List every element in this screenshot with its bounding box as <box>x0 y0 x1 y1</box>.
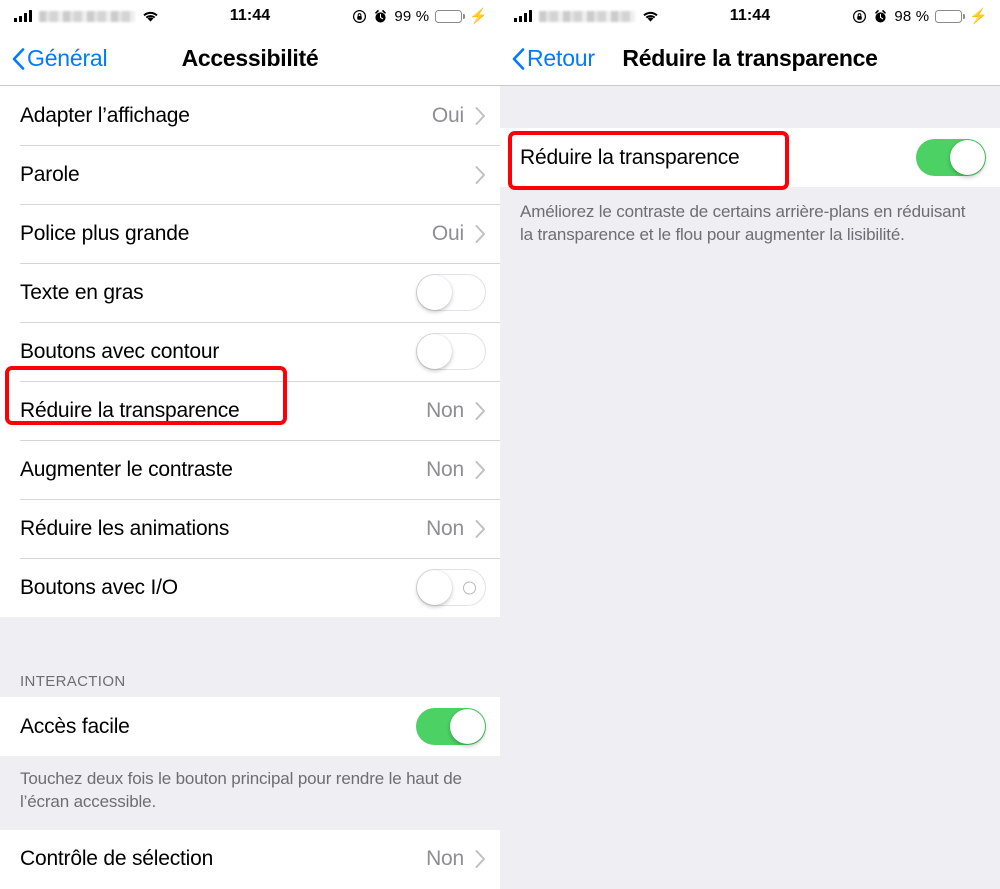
row-label: Réduire les animations <box>20 516 230 540</box>
row-value: Non <box>426 516 464 540</box>
alarm-clock-icon <box>873 9 888 24</box>
chevron-left-icon <box>512 47 525 70</box>
row-label: Accès facile <box>20 714 130 738</box>
chevron-right-icon <box>475 460 486 479</box>
row-accessory: Oui <box>432 222 486 246</box>
row-augmenter-le-contraste[interactable]: Augmenter le contraste Non <box>0 440 500 499</box>
row-reduire-la-transparence[interactable]: Réduire la transparence Non <box>0 381 500 440</box>
status-bar-right: 98 % ⚡ <box>852 8 988 25</box>
toggle-boutons-avec-io[interactable] <box>416 569 486 606</box>
settings-group-interaction: Accès facile <box>0 697 500 756</box>
row-label: Boutons avec contour <box>20 339 220 363</box>
row-label: Parole <box>20 162 80 186</box>
row-reduire-les-animations[interactable]: Réduire les animations Non <box>0 499 500 558</box>
row-label: Adapter l’affichage <box>20 103 190 127</box>
row-accessory <box>464 165 486 184</box>
row-value: Non <box>426 398 464 422</box>
row-accessory: Non <box>426 847 486 871</box>
battery-icon <box>935 9 965 23</box>
row-value: Non <box>426 847 464 871</box>
section-footer-interaction: Touchez deux fois le bouton principal po… <box>0 756 500 830</box>
toggle-knob <box>417 334 452 369</box>
chevron-right-icon <box>475 224 486 243</box>
row-value: Non <box>426 457 464 481</box>
row-label: Contrôle de sélection <box>20 847 214 871</box>
battery-percent-label: 98 % <box>894 7 930 25</box>
row-label: Réduire la transparence <box>520 145 740 169</box>
row-adapter-affichage[interactable]: Adapter l’affichage Oui <box>0 86 500 145</box>
lightning-bolt-icon: ⚡ <box>469 7 488 25</box>
toggle-boutons-avec-contour[interactable] <box>416 333 486 370</box>
battery-icon <box>435 9 465 23</box>
row-texte-en-gras[interactable]: Texte en gras <box>0 263 500 322</box>
back-button-label: Général <box>27 45 108 71</box>
chevron-left-icon <box>12 47 25 70</box>
row-accessory <box>416 274 486 311</box>
chevron-right-icon <box>475 519 486 538</box>
chevron-right-icon <box>475 401 486 420</box>
back-button-retour[interactable]: Retour <box>512 45 595 72</box>
right-screen-reduire-transparence: 11:44 98 % ⚡ Retour Réduire la transpare… <box>500 0 1000 889</box>
back-button-label: Retour <box>527 45 595 71</box>
toggle-knob <box>450 709 485 744</box>
toggle-off-circle-icon <box>463 581 476 594</box>
row-accessory <box>416 708 486 745</box>
toggle-knob <box>417 275 452 310</box>
section-footer-description: Améliorez le contraste de certains arriè… <box>500 187 1000 263</box>
row-reduire-la-transparence[interactable]: Réduire la transparence <box>500 128 1000 187</box>
lightning-bolt-icon: ⚡ <box>969 7 988 25</box>
settings-group-selection: Contrôle de sélection Non <box>0 829 500 889</box>
row-label: Police plus grande <box>20 221 190 245</box>
settings-detail-list: Réduire la transparence Améliorez le con… <box>500 86 1000 889</box>
row-parole[interactable]: Parole <box>0 145 500 204</box>
dual-screenshot-container: 11:44 99 % ⚡ Général Accessibilité Adapt… <box>0 0 1000 889</box>
row-acces-facile[interactable]: Accès facile <box>0 697 500 756</box>
status-bar-right: 99 % ⚡ <box>352 8 488 25</box>
rotation-lock-icon <box>352 9 367 24</box>
alarm-clock-icon <box>373 9 388 24</box>
toggle-reduire-la-transparence[interactable] <box>916 139 986 176</box>
row-accessory: Non <box>426 458 486 482</box>
group-spacer <box>500 86 1000 128</box>
row-label: Réduire la transparence <box>20 398 240 422</box>
row-label: Texte en gras <box>20 280 144 304</box>
navigation-bar: Général Accessibilité <box>0 32 500 86</box>
row-accessory: Non <box>426 517 486 541</box>
row-value: Oui <box>431 221 464 245</box>
toggle-acces-facile[interactable] <box>416 708 486 745</box>
settings-group-transparence: Réduire la transparence <box>500 128 1000 187</box>
toggle-knob <box>417 570 452 605</box>
chevron-right-icon <box>475 106 486 125</box>
row-label: Boutons avec I/O <box>20 575 178 599</box>
row-accessory <box>416 569 486 606</box>
settings-group-vision: Adapter l’affichage Oui Parole Police pl… <box>0 86 500 617</box>
left-screen-accessibility: 11:44 99 % ⚡ Général Accessibilité Adapt… <box>0 0 500 889</box>
row-label: Augmenter le contraste <box>20 457 233 481</box>
group-spacer <box>0 617 500 673</box>
row-accessory: Oui <box>432 104 486 128</box>
row-value: Oui <box>431 103 464 127</box>
row-accessory <box>416 333 486 370</box>
status-bar: 11:44 98 % ⚡ <box>500 0 1000 32</box>
toggle-texte-en-gras[interactable] <box>416 274 486 311</box>
navigation-bar: Retour Réduire la transparence <box>500 32 1000 86</box>
row-controle-de-selection[interactable]: Contrôle de sélection Non <box>0 829 500 889</box>
status-bar: 11:44 99 % ⚡ <box>0 0 500 32</box>
rotation-lock-icon <box>852 9 867 24</box>
row-boutons-avec-io[interactable]: Boutons avec I/O <box>0 558 500 617</box>
row-accessory <box>916 139 986 176</box>
chevron-right-icon <box>475 850 486 869</box>
chevron-right-icon <box>475 165 486 184</box>
row-accessory: Non <box>426 399 486 423</box>
battery-percent-label: 99 % <box>394 7 430 25</box>
row-police-plus-grande[interactable]: Police plus grande Oui <box>0 204 500 263</box>
section-header-interaction: INTERACTION <box>0 673 500 697</box>
row-boutons-avec-contour[interactable]: Boutons avec contour <box>0 322 500 381</box>
toggle-knob <box>950 140 985 175</box>
settings-list: Adapter l’affichage Oui Parole Police pl… <box>0 86 500 889</box>
back-button-general[interactable]: Général <box>12 45 108 72</box>
